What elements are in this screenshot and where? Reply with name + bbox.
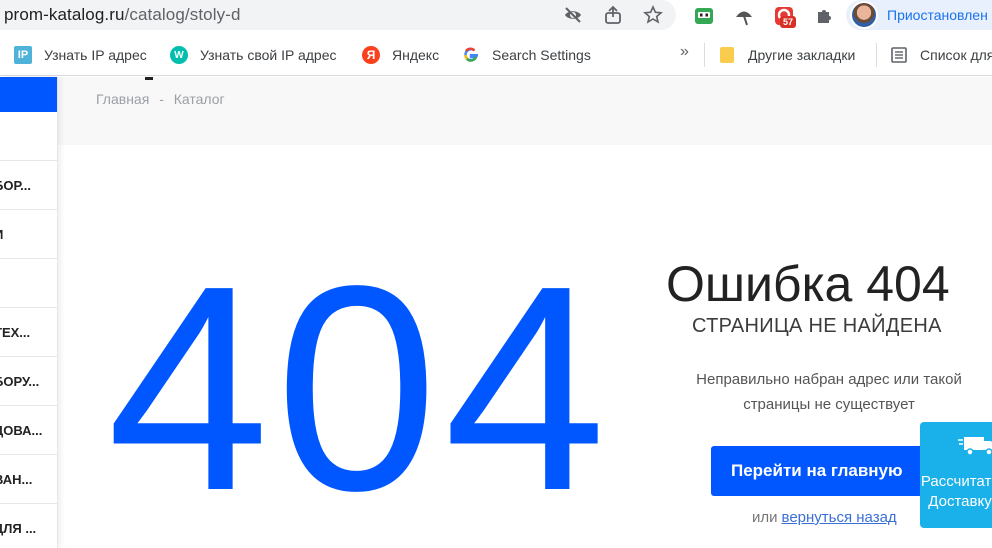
reading-list-icon	[890, 46, 908, 64]
star-icon[interactable]	[642, 4, 664, 26]
bookmark-ip[interactable]: IP Узнать IP адрес	[14, 46, 147, 64]
bookmarks-bar: IP Узнать IP адрес W Узнать свой IP адре…	[0, 34, 992, 76]
bookmark-label: Другие закладки	[748, 47, 856, 63]
error-title: Ошибка 404	[666, 256, 950, 312]
url-host: prom-katalog.ru	[4, 5, 125, 24]
browser-window: prom-katalog.ru/catalog/stoly-d 57 Приос…	[0, 0, 992, 548]
breadcrumb-home[interactable]: Главная	[96, 91, 149, 107]
w-logo-icon: W	[170, 46, 188, 64]
divider	[876, 43, 877, 67]
share-icon[interactable]	[602, 4, 624, 26]
sidebar-item[interactable]	[0, 259, 57, 308]
url-text[interactable]: prom-katalog.ru/catalog/stoly-d	[4, 5, 241, 25]
bookmark-label: Узнать IP адрес	[44, 47, 147, 63]
error-code: 404	[107, 225, 613, 548]
catalog-sidebar: БОР... И ТЕХ... БОРУ... ДОВА... ВАН... Д…	[0, 77, 58, 548]
sidebar-item[interactable]	[0, 112, 57, 161]
divider	[704, 43, 705, 67]
avatar[interactable]	[850, 1, 878, 29]
sidebar-item[interactable]: БОРУ...	[0, 357, 57, 406]
robot-extension-icon[interactable]	[692, 4, 716, 28]
breadcrumb-catalog: Каталог	[173, 91, 225, 107]
logo-fragment	[145, 77, 153, 80]
folder-icon	[718, 46, 736, 64]
url-path: /catalog/stoly-d	[124, 5, 241, 24]
breadcrumb: Главная - Каталог	[96, 91, 231, 107]
sidebar-item[interactable]: БОР...	[0, 161, 57, 210]
delivery-line1: Рассчитать	[920, 473, 992, 490]
umbrella-extension-icon[interactable]	[732, 4, 756, 28]
reading-list[interactable]: Список для	[890, 46, 992, 64]
error-description: Неправильно набран адрес или такой стран…	[696, 371, 962, 413]
go-back-link[interactable]: вернуться назад	[782, 509, 897, 526]
or-text: или	[752, 509, 778, 526]
page-content: Главная - Каталог БОР... И ТЕХ... БОРУ..…	[0, 77, 992, 548]
bookmark-label: Яндекс	[392, 47, 440, 63]
truck-icon	[958, 437, 992, 456]
eye-off-icon[interactable]	[562, 4, 584, 26]
back-line: или вернуться назад	[752, 509, 897, 526]
bookmark-label: Search Settings	[492, 47, 591, 63]
bookmark-my-ip[interactable]: W Узнать свой IP адрес	[170, 46, 337, 64]
extension-badge: 57	[780, 16, 797, 28]
sidebar-item[interactable]: ВАН...	[0, 455, 57, 504]
sidebar-item[interactable]: ДЛЯ ...	[0, 504, 57, 548]
bookmark-yandex[interactable]: Я Яндекс	[362, 46, 439, 64]
delivery-line2: Доставку	[928, 493, 992, 510]
profile-label: Приостановлен	[887, 7, 988, 23]
sidebar-item[interactable]: И	[0, 210, 57, 259]
error-subtitle: СТРАНИЦА НЕ НАЙДЕНА	[692, 315, 942, 337]
bookmark-label: Список для	[920, 47, 992, 63]
bookmark-label: Узнать свой IP адрес	[200, 47, 337, 63]
sidebar-item[interactable]: ТЕХ...	[0, 308, 57, 357]
sidebar-item[interactable]: ДОВА...	[0, 406, 57, 455]
yandex-icon: Я	[362, 46, 380, 64]
sidebar-header[interactable]	[0, 77, 57, 112]
puzzle-icon[interactable]	[812, 4, 836, 28]
other-bookmarks[interactable]: Другие закладки	[718, 46, 855, 64]
delivery-calc-button[interactable]: Рассчитать Доставку	[920, 422, 992, 528]
google-icon	[462, 46, 480, 64]
bookmarks-more[interactable]: »	[680, 43, 689, 61]
breadcrumb-separator: -	[159, 91, 164, 107]
bookmark-search-settings[interactable]: Search Settings	[462, 46, 591, 64]
breadcrumb-area	[58, 77, 992, 145]
go-home-button[interactable]: Перейти на главную	[711, 446, 951, 496]
toolbar: prom-katalog.ru/catalog/stoly-d 57 Приос…	[0, 0, 992, 34]
ip-icon: IP	[14, 46, 32, 64]
